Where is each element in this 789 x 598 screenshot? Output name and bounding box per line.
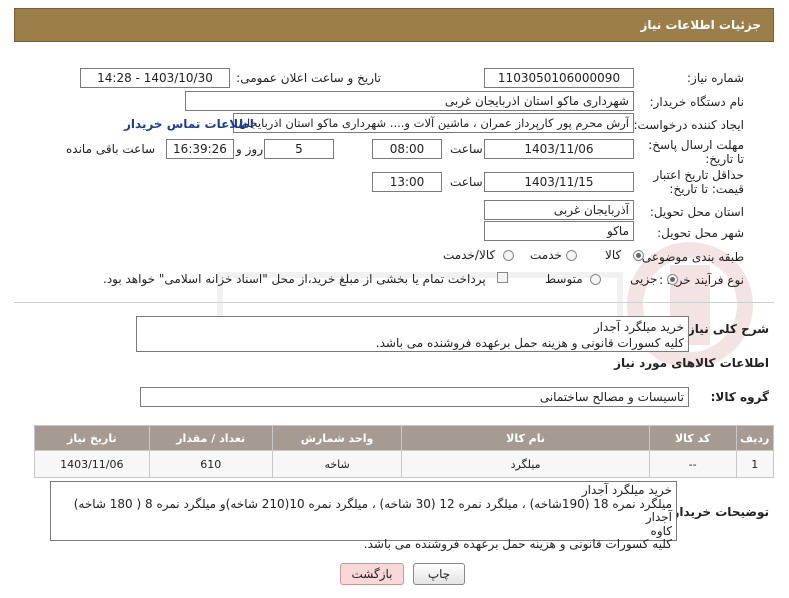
cell-row: 1 (735, 450, 775, 478)
buyer-notes-label: توضیحات خریدار: (667, 505, 769, 519)
announce-datetime-field[interactable]: 1403/10/30 - 14:28 (80, 68, 230, 88)
deadline-time-label: ساعت (450, 142, 483, 156)
description-line-2: کلیه کسورات قانونی و هزینه حمل برعهده فر… (375, 336, 684, 350)
treasury-checkbox[interactable] (497, 272, 508, 283)
need-number-field[interactable]: 1103050106000090 (484, 68, 634, 88)
col-need-date: تاریخ نیاز (34, 425, 150, 451)
goods-info-title: اطلاعات کالاهای مورد نیاز (614, 356, 769, 370)
deadline-days-field[interactable]: 5 (264, 139, 334, 159)
category-option-service: خدمت (530, 248, 562, 262)
col-code: کد کالا (648, 425, 737, 451)
treasury-note: پرداخت تمام یا بخشی از مبلغ خرید،از محل … (103, 272, 486, 286)
deadline-date-field[interactable]: 1403/11/06 (484, 139, 634, 159)
cell-quantity: 610 (148, 450, 273, 478)
purchase-option-medium: متوسط (545, 272, 583, 286)
category-label: طبقه بندی موضوعی: (637, 250, 744, 264)
buyer-contact-link[interactable]: اطلاعات تماس خریدار (124, 117, 254, 131)
province-label: استان محل تحویل: (649, 205, 744, 219)
buyer-label: نام دستگاه خریدار: (649, 95, 745, 109)
cell-name: میلگرد (401, 450, 650, 478)
creator-label: ایجاد کننده درخواست: (633, 118, 744, 132)
cell-code: -- (648, 450, 737, 478)
validity-label: حداقل تاریخ اعتبار قیمت: تا تاریخ: (653, 168, 744, 196)
panel-header: جزئیات اطلاعات نیاز (14, 8, 774, 42)
print-button[interactable]: چاپ (413, 563, 465, 585)
province-field[interactable]: آذربایجان غربی (484, 200, 634, 220)
buyer-notes-line-3: کاوه (650, 523, 672, 538)
purchase-radio-minor[interactable] (667, 274, 678, 285)
description-line-1: خرید میلگرد آجدار (593, 320, 684, 334)
col-quantity: تعداد / مقدار (148, 425, 273, 451)
deadline-label: مهلت ارسال پاسخ: تا تاریخ: (648, 138, 744, 166)
goods-group-label: گروه کالا: (710, 390, 769, 404)
buyer-notes-line-2: میلگرد نمره 18 (190شاخه) ، میلگرد نمره 1… (73, 496, 672, 524)
panel-title: جزئیات اطلاعات نیاز (640, 18, 761, 32)
divider (14, 302, 774, 303)
cell-unit: شاخه (271, 450, 403, 478)
category-radio-goods-service[interactable] (503, 250, 514, 261)
remaining-time-field[interactable]: 16:39:26 (166, 139, 234, 159)
city-field[interactable]: ماکو (484, 221, 634, 241)
announce-label: تاریخ و ساعت اعلان عمومی: (236, 71, 381, 85)
col-unit: واحد شمارش (271, 425, 403, 451)
buyer-notes-line-1: خرید میلگرد آجدار (581, 483, 672, 497)
need-number-label: شماره نیاز: (687, 71, 744, 85)
remaining-label: ساعت باقی مانده (66, 142, 156, 156)
description-textarea[interactable]: خرید میلگرد آجدار کلیه کسورات قانونی و ه… (136, 316, 689, 352)
description-label: شرح کلی نیاز: (683, 322, 769, 336)
buyer-field[interactable]: شهرداری ماکو استان اذربایجان غربی (185, 91, 634, 111)
category-radio-service[interactable] (566, 250, 577, 261)
back-button[interactable]: بازگشت (340, 563, 404, 585)
col-row: ردیف (735, 425, 775, 451)
category-option-goods: کالا (605, 248, 622, 262)
days-label: روز و (236, 142, 263, 156)
items-table: ردیف کد کالا نام کالا واحد شمارش تعداد /… (34, 425, 775, 478)
purchase-option-minor: جزیی (630, 272, 658, 286)
validity-time-field[interactable]: 13:00 (372, 172, 442, 192)
col-name: نام کالا (401, 425, 650, 451)
cell-need-date: 1403/11/06 (34, 450, 150, 478)
table-header-row: ردیف کد کالا نام کالا واحد شمارش تعداد /… (34, 425, 775, 451)
buyer-notes-textarea[interactable]: خرید میلگرد آجدار میلگرد نمره 18 (190شاخ… (50, 481, 677, 551)
deadline-time-field[interactable]: 08:00 (372, 139, 442, 159)
goods-group-field[interactable]: تاسیسات و مصالح ساختمانی (140, 387, 689, 407)
city-label: شهر محل تحویل: (657, 226, 744, 240)
purchase-radio-medium[interactable] (590, 274, 601, 285)
category-radio-goods[interactable] (633, 250, 644, 261)
validity-time-label: ساعت (450, 175, 483, 189)
table-row[interactable]: 1 -- میلگرد شاخه 610 1403/11/06 (34, 450, 775, 478)
validity-date-field[interactable]: 1403/11/15 (484, 172, 634, 192)
buyer-notes-line-4: کلیه کسورات قانونی و هزینه حمل برعهده فر… (363, 537, 672, 551)
category-option-goods-service: کالا/خدمت (443, 248, 496, 262)
creator-field[interactable]: آرش محرم پور کارپرداز عمران ، ماشین آلات… (233, 113, 634, 133)
